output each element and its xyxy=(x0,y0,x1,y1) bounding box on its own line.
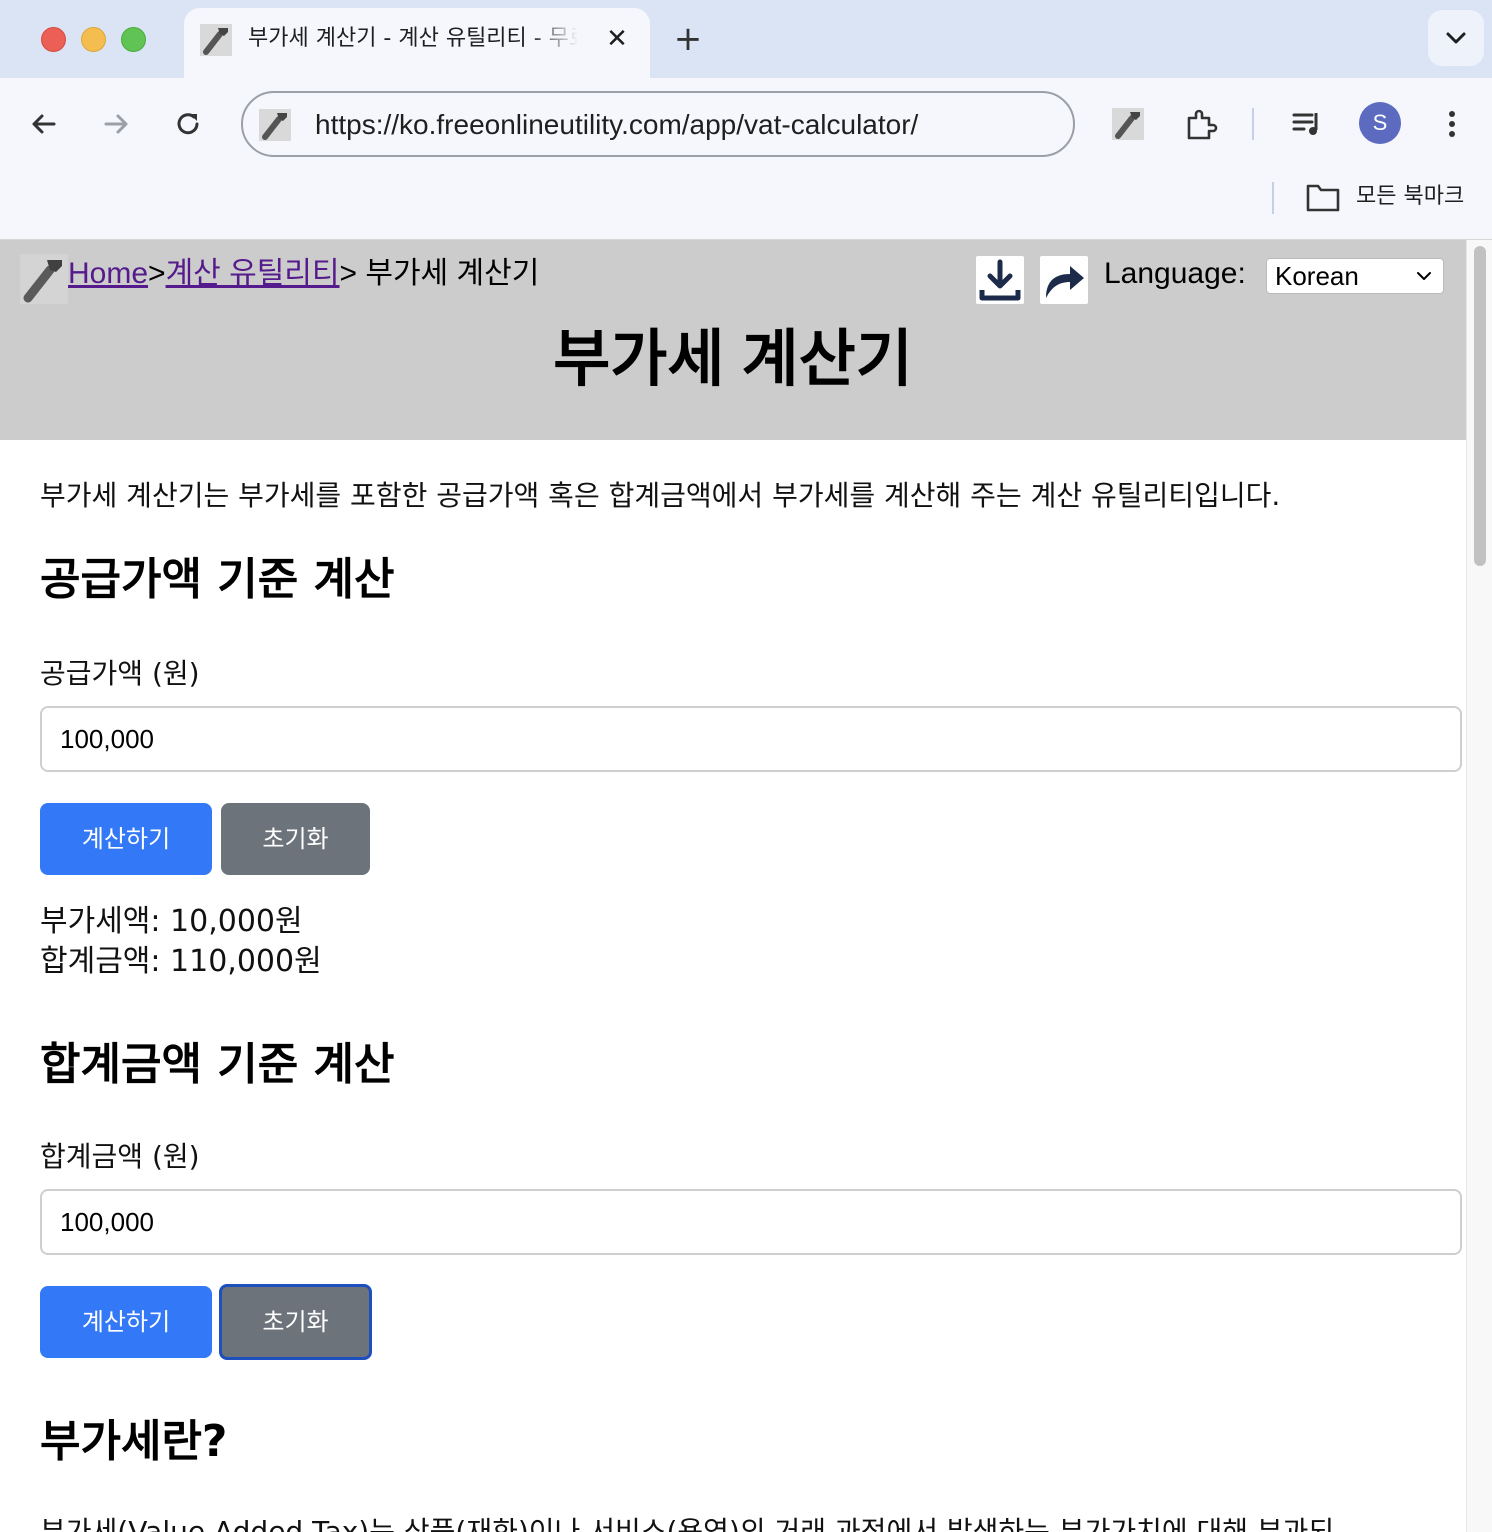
total-amount-input[interactable]: 100,000 xyxy=(40,1189,1462,1255)
address-bar[interactable]: https://ko.freeonlineutility.com/app/vat… xyxy=(241,91,1075,157)
page-scrollbar[interactable] xyxy=(1466,240,1492,1532)
chevron-down-icon xyxy=(1417,272,1431,280)
supply-result-total: 합계금액: 110,000원 xyxy=(40,944,322,979)
tab-title: 부가세 계산기 - 계산 유틸리티 - 무료 온라인 유틸리티 xyxy=(248,26,578,51)
window-minimize-button[interactable] xyxy=(81,27,106,52)
wrench-icon xyxy=(200,24,232,56)
breadcrumb: Home>계산 유틸리티> 부가세 계산기 xyxy=(68,256,539,292)
folder-icon[interactable] xyxy=(1306,182,1340,212)
browser-tab-active[interactable]: 부가세 계산기 - 계산 유틸리티 - 무료 온라인 유틸리티 ✕ xyxy=(184,8,650,78)
breadcrumb-current: > 부가세 계산기 xyxy=(339,257,540,290)
share-arrow-icon xyxy=(1046,266,1084,298)
back-arrow-icon[interactable] xyxy=(26,106,62,142)
window-zoom-button[interactable] xyxy=(121,27,146,52)
chevron-down-icon xyxy=(1446,32,1466,44)
total-section-heading: 합계금액 기준 계산 xyxy=(40,1039,395,1090)
page-title: 부가세 계산기 xyxy=(553,325,913,394)
total-amount-label: 합계금액 (원) xyxy=(40,1140,200,1173)
bookmarks-separator xyxy=(1272,182,1274,214)
supply-amount-input[interactable]: 100,000 xyxy=(40,706,1462,772)
forward-arrow-icon[interactable] xyxy=(98,106,134,142)
supply-section-heading: 공급가액 기준 계산 xyxy=(40,554,395,605)
about-vat-heading: 부가세란? xyxy=(40,1416,228,1467)
profile-avatar[interactable]: S xyxy=(1359,102,1401,144)
extensions-icon[interactable] xyxy=(1183,106,1219,142)
site-header: Home>계산 유틸리티> 부가세 계산기 Language: Korean 부… xyxy=(0,240,1466,440)
tab-bar: 부가세 계산기 - 계산 유틸리티 - 무료 온라인 유틸리티 ✕ + xyxy=(0,0,1492,78)
window-close-button[interactable] xyxy=(41,27,66,52)
all-bookmarks-label[interactable]: 모든 북마크 xyxy=(1356,181,1464,213)
scrollbar-thumb[interactable] xyxy=(1474,246,1486,566)
more-vertical-icon[interactable] xyxy=(1434,106,1470,142)
new-tab-button[interactable]: + xyxy=(670,22,706,58)
url-text: https://ko.freeonlineutility.com/app/vat… xyxy=(315,109,919,140)
supply-result-vat: 부가세액: 10,000원 xyxy=(40,904,303,939)
about-vat-paragraph: 부가세(Value Added Tax)는 상품(재화)이나 서비스(용역)의 … xyxy=(40,1515,1335,1532)
supply-calculate-button[interactable]: 계산하기 xyxy=(40,803,212,875)
page-viewport: Home>계산 유틸리티> 부가세 계산기 Language: Korean 부… xyxy=(0,240,1492,1532)
supply-amount-label: 공급가액 (원) xyxy=(40,657,200,690)
language-selected-value: Korean xyxy=(1275,261,1359,291)
download-button[interactable] xyxy=(976,256,1024,304)
breadcrumb-separator: > xyxy=(148,257,166,290)
toolbar-separator xyxy=(1252,108,1254,140)
language-label: Language: xyxy=(1104,257,1246,290)
total-reset-button[interactable]: 초기화 xyxy=(219,1284,372,1360)
breadcrumb-category-link[interactable]: 계산 유틸리티 xyxy=(166,257,340,290)
supply-reset-button[interactable]: 초기화 xyxy=(221,803,370,875)
wrench-logo-icon[interactable] xyxy=(20,254,68,304)
wrench-icon[interactable] xyxy=(1110,106,1146,142)
browser-toolbar: https://ko.freeonlineutility.com/app/vat… xyxy=(0,78,1492,240)
wrench-icon xyxy=(259,109,291,141)
breadcrumb-home-link[interactable]: Home xyxy=(68,257,148,290)
tab-search-button[interactable] xyxy=(1428,10,1484,66)
close-icon[interactable]: ✕ xyxy=(602,24,632,54)
intro-text: 부가세 계산기는 부가세를 포함한 공급가액 혹은 합계금액에서 부가세를 계산… xyxy=(40,479,1281,512)
download-icon xyxy=(979,259,1021,301)
media-control-icon[interactable] xyxy=(1290,106,1326,142)
total-calculate-button[interactable]: 계산하기 xyxy=(40,1286,212,1358)
share-button[interactable] xyxy=(1040,256,1088,304)
language-select[interactable]: Korean xyxy=(1266,258,1444,294)
reload-icon[interactable] xyxy=(170,106,206,142)
